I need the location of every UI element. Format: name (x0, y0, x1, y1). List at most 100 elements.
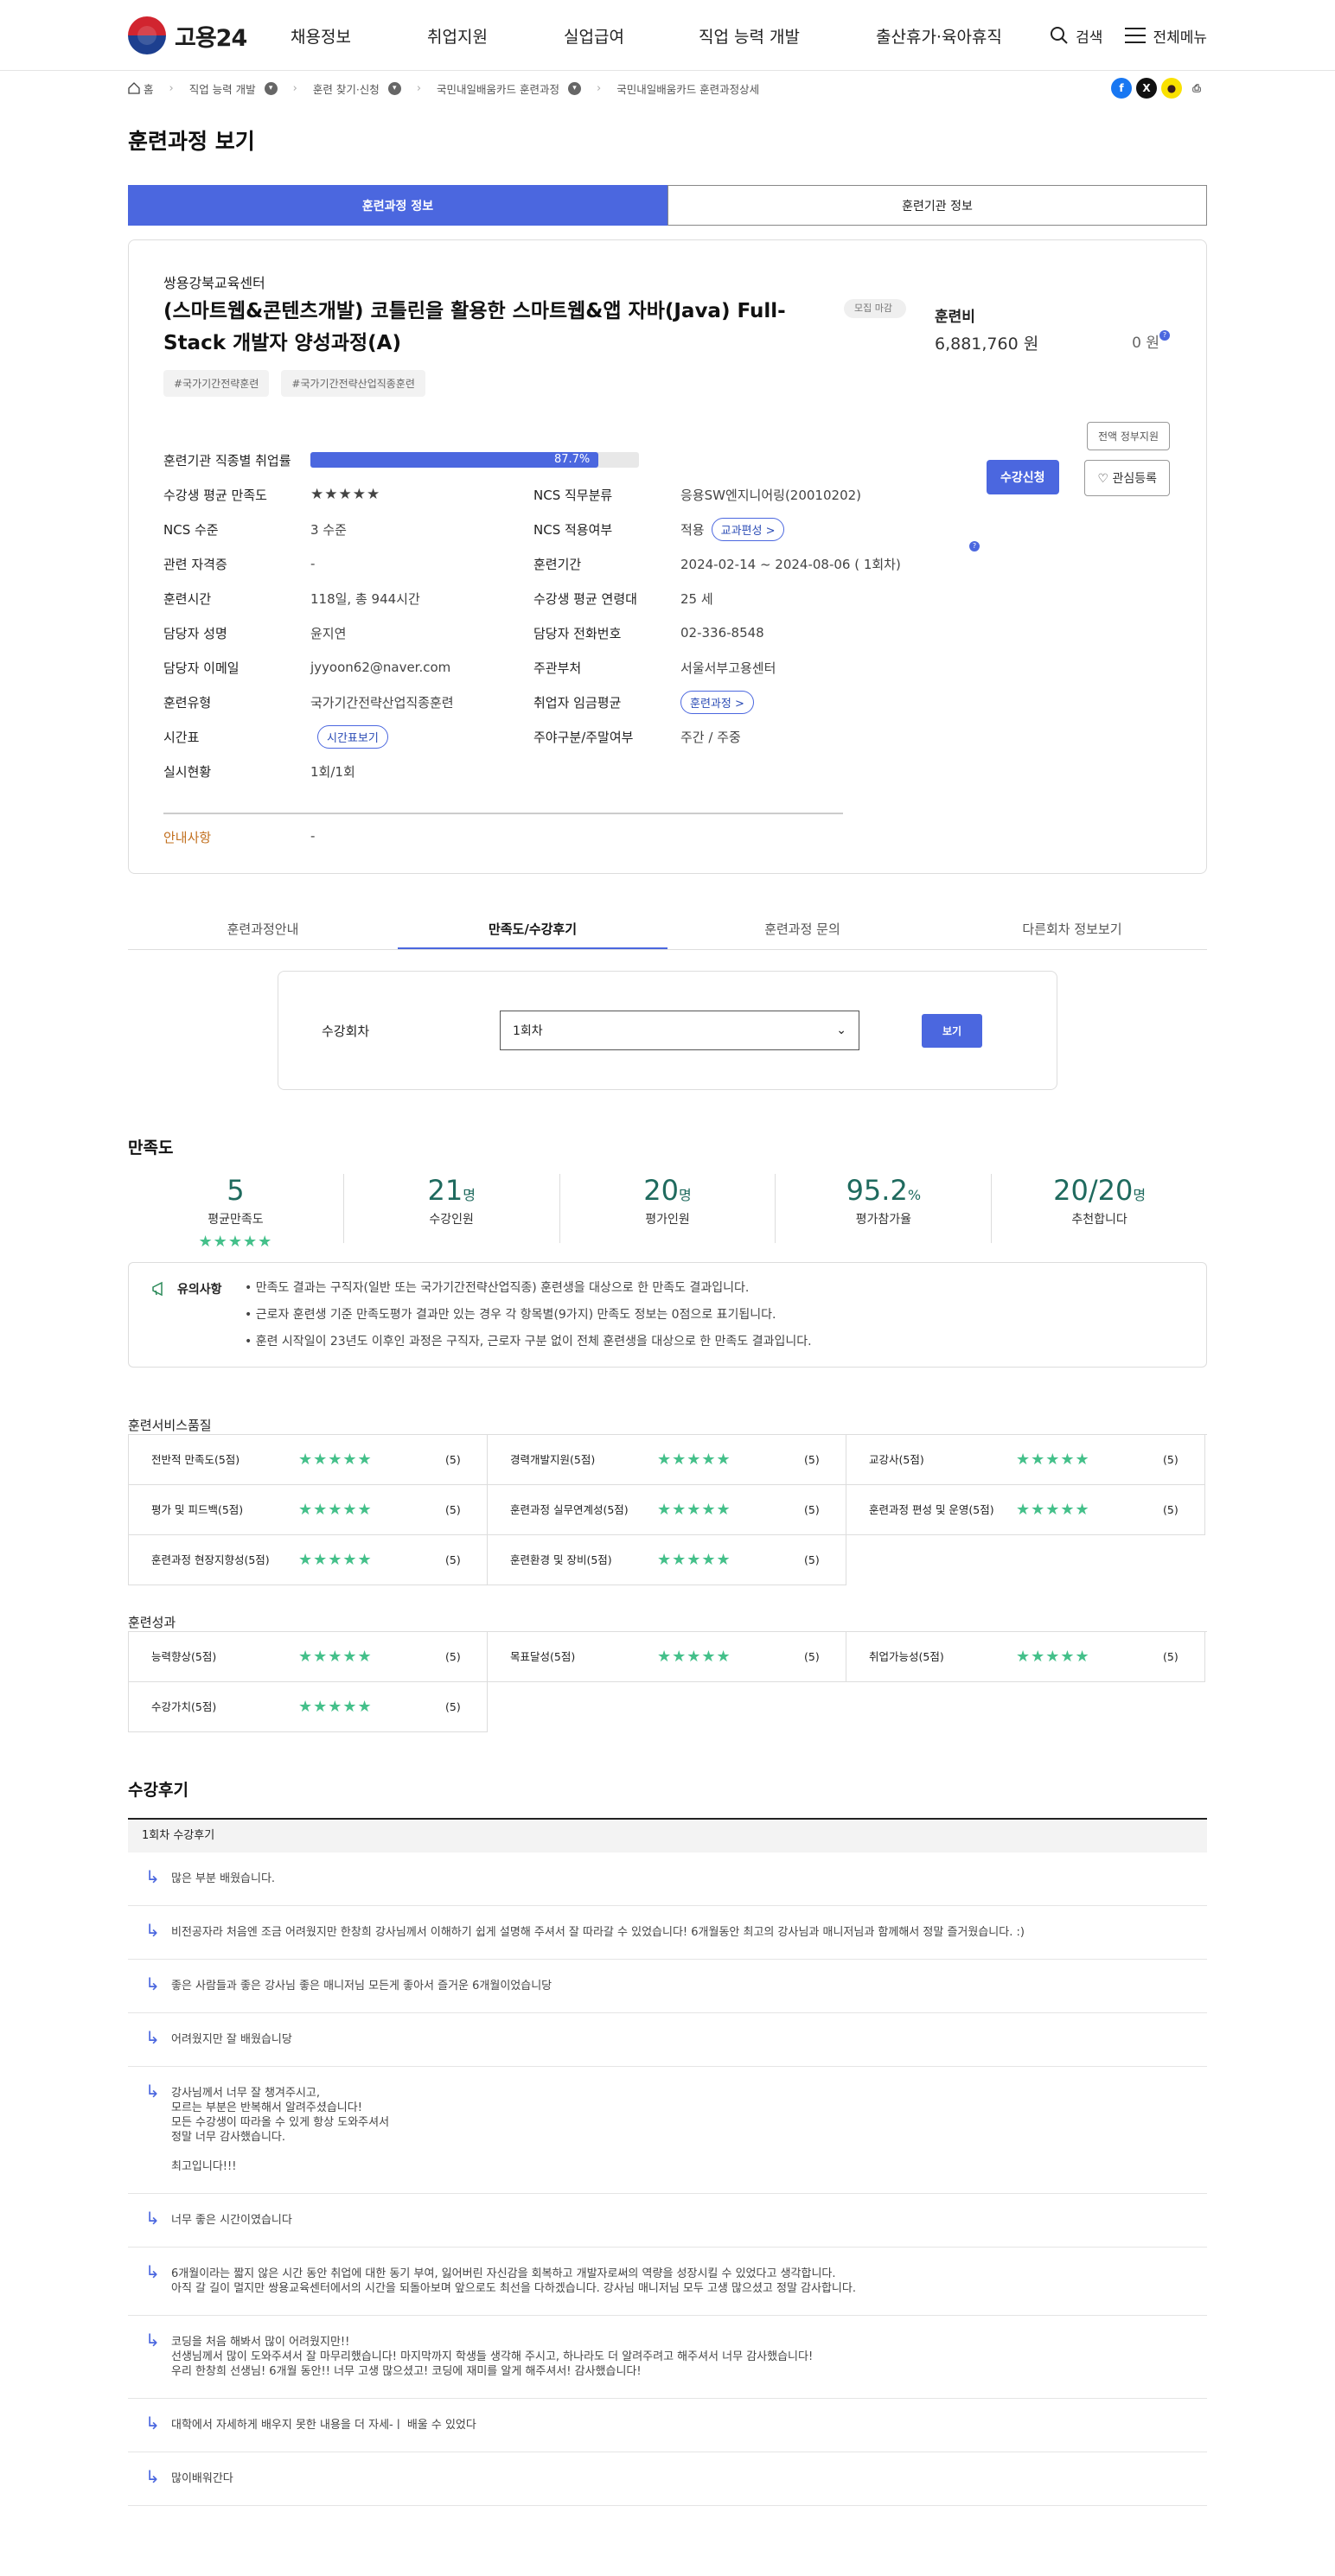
review-item: ↳ 코딩을 처음 해봐서 많이 어려웠지만!! 선생님께서 많이 도와주셔서 잘 … (128, 2316, 1207, 2399)
wage-course-button[interactable]: 훈련과정 > (680, 690, 754, 714)
breadcrumb-item[interactable]: 직업 능력 개발 ▾ (189, 80, 278, 97)
chevron-down-icon[interactable]: ▾ (568, 81, 581, 95)
search-icon (1051, 27, 1068, 44)
all-menu-button[interactable]: 전체메뉴 (1125, 25, 1207, 47)
detail-row: 관련 자격증 - 훈련기간 2024-02-14 ~ 2024-08-06 ( 1회차… (163, 546, 901, 581)
employment-rate-label: 훈련기관 직종별 취업률 (163, 452, 291, 469)
stat-avg-satisfaction: 5 평균만족도 ★★★★★ (128, 1174, 344, 1251)
chevron-right-icon: › (169, 81, 174, 95)
reply-arrow-icon: ↳ (145, 2413, 160, 2433)
breadcrumb: 홈 › 직업 능력 개발 ▾ › 훈련 찾기·신청 ▾ › 국민내일배움카드 훈련과… (128, 71, 1207, 105)
course-title: (스마트웹&콘텐츠개발) 코틀린을 활용한 스마트웹&앱 자바(Java) Fu… (163, 300, 786, 354)
tab-course-inquiry[interactable]: 훈련과정 문의 (668, 909, 937, 949)
detail-value: 국가기간전략산업직종훈련 (310, 694, 454, 711)
detail-key: NCS 직무분류 (533, 487, 613, 503)
detail-value: - (310, 556, 316, 571)
quality-score: (5) (445, 1453, 461, 1466)
detail-key: 훈련유형 (163, 694, 212, 711)
review-item: ↳ 어려웠지만 잘 배웠습니당 (128, 2013, 1207, 2067)
outcome-score: (5) (445, 1650, 461, 1663)
review-item: ↳ 6개월이라는 짧지 않은 시간 동안 취업에 대한 동기 부여, 잃어버린 자… (128, 2248, 1207, 2316)
tab-course-guide[interactable]: 훈련과정안내 (128, 909, 398, 949)
quality-label: 전반적 만족도(5점) (151, 1453, 240, 1466)
detail-value: 2024-02-14 ~ 2024-08-06 ( 1회차) (680, 556, 901, 572)
quality-label: 경력개발지원(5점) (510, 1453, 596, 1466)
session-select[interactable]: 1회차 ⌄ (500, 1011, 859, 1050)
breadcrumb-item[interactable]: 국민내일배움카드 훈련과정 ▾ (437, 80, 581, 97)
chevron-down-icon[interactable]: ▾ (387, 81, 401, 95)
quality-label: 훈련과정 편성 및 운영(5점) (869, 1503, 994, 1516)
timetable-button[interactable]: 시간표보기 (317, 724, 388, 749)
breadcrumb-home[interactable]: 홈 (128, 80, 154, 97)
self-pay-value: 0 원 (1132, 335, 1159, 352)
review-item: ↳ 너무 좋은 시간이였습니다 (128, 2194, 1207, 2248)
quality-label: 교강사(5점) (869, 1453, 924, 1466)
caution-heading: 유의사항 (151, 1280, 222, 1298)
facebook-icon[interactable]: f (1111, 78, 1132, 99)
quality-score: (5) (804, 1453, 820, 1466)
employment-rate-bar: 87.7% (310, 452, 639, 468)
logo-icon (128, 16, 166, 54)
search-button[interactable]: 검색 (1050, 25, 1102, 47)
stat-label: 평가인원 (645, 1213, 690, 1227)
quality-cell: 훈련과정 실무연계성(5점) ★★★★★ (5) (487, 1485, 846, 1535)
quality-cell: 교강사(5점) ★★★★★ (5) (846, 1435, 1205, 1485)
menu-item-skills-dev[interactable]: 직업 능력 개발 (699, 24, 876, 48)
review-list: ↳ 많은 부분 배웠습니다. ↳ 비전공자라 처음엔 조금 어려웠지만 한창희 강사… (128, 1852, 1207, 2506)
quality-cell: 전반적 만족도(5점) ★★★★★ (5) (128, 1435, 488, 1485)
outcome-label: 능력향상(5점) (151, 1650, 217, 1663)
print-icon[interactable]: ⎙ (1186, 78, 1207, 99)
stat-value: 95.2 (846, 1174, 908, 1207)
stat-unit: 명 (678, 1187, 692, 1203)
review-text: 6개월이라는 짧지 않은 시간 동안 취업에 대한 동기 부여, 잃어버린 자신… (171, 2267, 856, 2295)
favorite-button[interactable]: ♡ 관심등록 (1084, 460, 1170, 496)
site-logo[interactable]: 고용24 (128, 16, 282, 54)
menu-item-parental-leave[interactable]: 출산휴가·육아휴직 (876, 24, 1049, 48)
tab-other-sessions[interactable]: 다른회차 정보보기 (937, 909, 1207, 949)
search-label: 검색 (1076, 29, 1103, 47)
tab-satisfaction-reviews[interactable]: 만족도/수강후기 (398, 909, 668, 949)
quality-title: 훈련서비스품질 (128, 1418, 212, 1433)
outcome-label: 취업가능성(5점) (869, 1650, 944, 1663)
all-menu-label: 전체메뉴 (1153, 29, 1207, 47)
notice-value: - (310, 828, 316, 844)
caution-item: • 만족도 결과는 구직자(일반 또는 국가기간전략산업직종) 훈련생을 대상으… (245, 1281, 750, 1295)
info-icon[interactable]: ? (969, 541, 980, 552)
view-button[interactable]: 보기 (922, 1013, 983, 1048)
breadcrumb-current: 국민내일배움카드 훈련과정상세 (616, 80, 759, 97)
review-text: 코딩을 처음 해봐서 많이 어려웠지만!! 선생님께서 많이 도와주셔서 잘 마… (171, 2336, 814, 2378)
caution-text: 근로자 훈련생 기준 만족도평가 결과만 있는 경우 각 항목별(9가지) 만족… (255, 1308, 776, 1322)
rating-stars: ★★★★★ (298, 1451, 373, 1469)
curriculum-button[interactable]: 교과편성 > (711, 517, 785, 541)
reply-arrow-icon: ↳ (145, 2261, 160, 2282)
reply-arrow-icon: ↳ (145, 2081, 160, 2101)
x-icon[interactable]: X (1136, 78, 1157, 99)
detail-value: 25 세 (680, 590, 713, 607)
detail-value: 훈련과정 > (680, 690, 754, 714)
apply-button[interactable]: 수강신청 (987, 460, 1059, 494)
kakao-icon[interactable]: ● (1161, 78, 1182, 99)
rating-stars: ★★★★★ (1016, 1501, 1090, 1519)
outcome-score: (5) (804, 1650, 820, 1663)
chevron-down-icon[interactable]: ▾ (264, 81, 278, 95)
tab-course-info[interactable]: 훈련과정 정보 (128, 185, 668, 226)
menu-item-unemployment-benefit[interactable]: 실업급여 (564, 24, 699, 48)
tab-institution-info[interactable]: 훈련기관 정보 (668, 185, 1207, 226)
breadcrumb-item[interactable]: 훈련 찾기·신청 ▾ (313, 80, 401, 97)
chevron-right-icon: › (292, 81, 297, 95)
self-pay-amount: 0 원? (1132, 330, 1170, 352)
rating-stars: ★★★★★ (657, 1551, 731, 1569)
logo-text: 고용24 (175, 24, 247, 52)
breadcrumb-label: 국민내일배움카드 훈련과정 (437, 82, 559, 96)
detail-key: 담당자 전화번호 (533, 625, 622, 641)
detail-value: 응용SW엔지니어링(20010202) (680, 487, 862, 503)
stat-unit: % (907, 1187, 922, 1203)
info-icon[interactable]: ? (1159, 330, 1170, 341)
stat-evaluators: 20명 평가인원 (560, 1174, 776, 1243)
ncs-level: 3 수준 (310, 521, 347, 538)
quality-label: 평가 및 피드백(5점) (151, 1503, 244, 1516)
menu-item-jobs[interactable]: 채용정보 (291, 24, 427, 48)
menu-item-employment-support[interactable]: 취업지원 (427, 24, 564, 48)
reviews-header: 1회차 수강후기 (128, 1818, 1207, 1852)
fee-panel: 훈련비 6,881,760 원 0 원? 전액 정부지원 수강신청 ♡ 관심등록 (935, 304, 1170, 496)
